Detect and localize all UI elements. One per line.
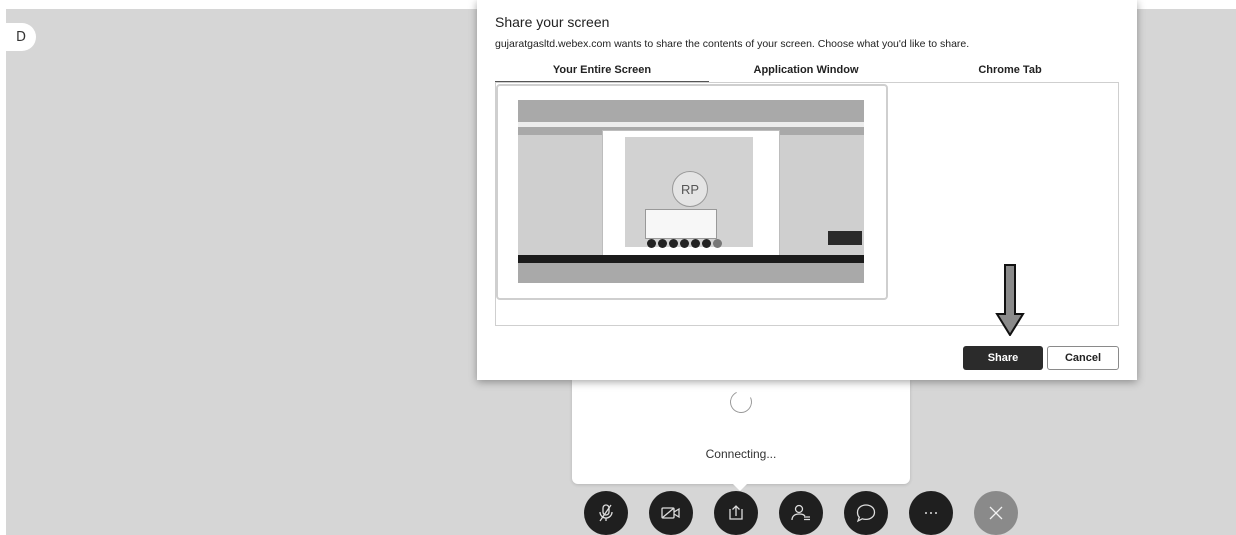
share-button[interactable] bbox=[714, 491, 758, 535]
preview-avatar: RP bbox=[672, 171, 708, 207]
connecting-panel: Connecting... bbox=[572, 380, 910, 484]
connecting-status: Connecting... bbox=[705, 447, 777, 461]
leave-meeting-button[interactable] bbox=[974, 491, 1018, 535]
share-screen-icon bbox=[729, 505, 743, 520]
video-button[interactable] bbox=[649, 491, 693, 535]
down-arrow-annotation-icon bbox=[995, 264, 1025, 336]
chat-button[interactable] bbox=[844, 491, 888, 535]
share-source-list: RP bbox=[495, 83, 1119, 326]
more-icon bbox=[925, 512, 937, 514]
connecting-panel-caret bbox=[732, 483, 748, 491]
participants-icon bbox=[791, 504, 810, 521]
dialog-title: Share your screen bbox=[495, 14, 610, 30]
microphone-muted-icon bbox=[599, 504, 613, 522]
cancel-button[interactable]: Cancel bbox=[1047, 346, 1119, 370]
side-panel-toggle[interactable]: D bbox=[6, 23, 36, 51]
camera-off-icon bbox=[661, 507, 680, 519]
loading-spinner-icon bbox=[726, 387, 756, 417]
share-confirm-button[interactable]: Share bbox=[963, 346, 1043, 370]
more-options-button[interactable] bbox=[909, 491, 953, 535]
screen-preview-thumbnail: RP bbox=[518, 100, 864, 283]
close-icon bbox=[989, 506, 1003, 520]
tab-entire-screen[interactable]: Your Entire Screen bbox=[495, 60, 709, 83]
share-source-tabs: Your Entire Screen Application Window Ch… bbox=[495, 60, 1119, 83]
chat-icon bbox=[856, 504, 876, 523]
screen-option-card[interactable]: RP bbox=[496, 84, 888, 300]
mute-button[interactable] bbox=[584, 491, 628, 535]
participants-button[interactable] bbox=[779, 491, 823, 535]
dialog-description: gujaratgasltd.webex.com wants to share t… bbox=[495, 38, 970, 50]
tab-application-window[interactable]: Application Window bbox=[699, 60, 913, 81]
share-screen-dialog: Share your screen gujaratgasltd.webex.co… bbox=[477, 0, 1137, 380]
tab-chrome-tab[interactable]: Chrome Tab bbox=[903, 60, 1117, 81]
